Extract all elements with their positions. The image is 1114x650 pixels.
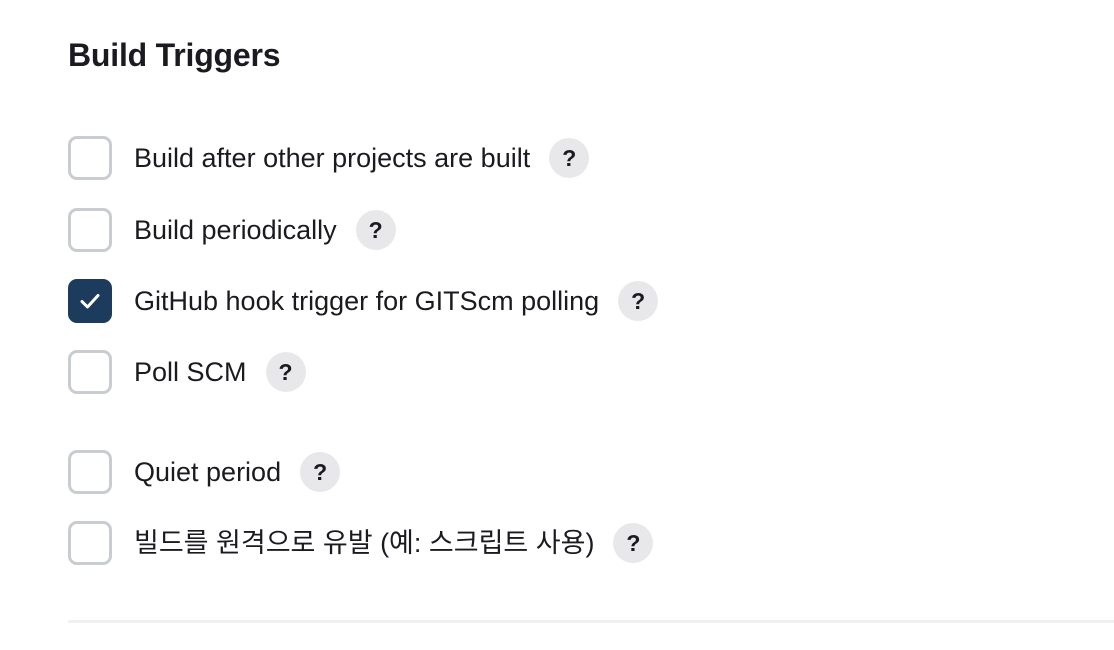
checkbox-quiet-period[interactable] <box>68 450 112 494</box>
trigger-remote-build: 빌드를 원격으로 유발 (예: 스크립트 사용) ? <box>68 521 654 565</box>
checkbox-remote-build[interactable] <box>68 521 112 565</box>
trigger-build-after-other-projects: Build after other projects are built ? <box>68 136 590 180</box>
section-title: Build Triggers <box>68 37 281 73</box>
checkbox-build-after-other-projects[interactable] <box>68 136 112 180</box>
trigger-label[interactable]: Poll SCM <box>134 350 247 394</box>
trigger-label[interactable]: GitHub hook trigger for GITScm polling <box>134 279 599 323</box>
trigger-github-hook: GitHub hook trigger for GITScm polling ? <box>68 279 659 323</box>
trigger-label[interactable]: Build periodically <box>134 208 337 252</box>
trigger-label[interactable]: 빌드를 원격으로 유발 (예: 스크립트 사용) <box>134 521 594 565</box>
trigger-build-periodically: Build periodically ? <box>68 208 396 252</box>
checkbox-build-periodically[interactable] <box>68 208 112 252</box>
trigger-quiet-period: Quiet period ? <box>68 450 341 494</box>
help-icon[interactable]: ? <box>355 210 396 250</box>
help-icon[interactable]: ? <box>618 281 659 321</box>
help-icon[interactable]: ? <box>613 523 654 563</box>
checkbox-poll-scm[interactable] <box>68 350 112 394</box>
trigger-label[interactable]: Quiet period <box>134 450 281 494</box>
checkbox-github-hook[interactable] <box>68 279 112 323</box>
help-icon[interactable]: ? <box>549 138 590 178</box>
help-icon[interactable]: ? <box>265 352 306 392</box>
section-divider <box>68 620 1114 623</box>
trigger-poll-scm: Poll SCM ? <box>68 350 306 394</box>
build-triggers-section: Build Triggers Build after other project… <box>0 0 1114 650</box>
trigger-label[interactable]: Build after other projects are built <box>134 136 530 180</box>
help-icon[interactable]: ? <box>300 452 341 492</box>
check-icon <box>80 294 100 309</box>
